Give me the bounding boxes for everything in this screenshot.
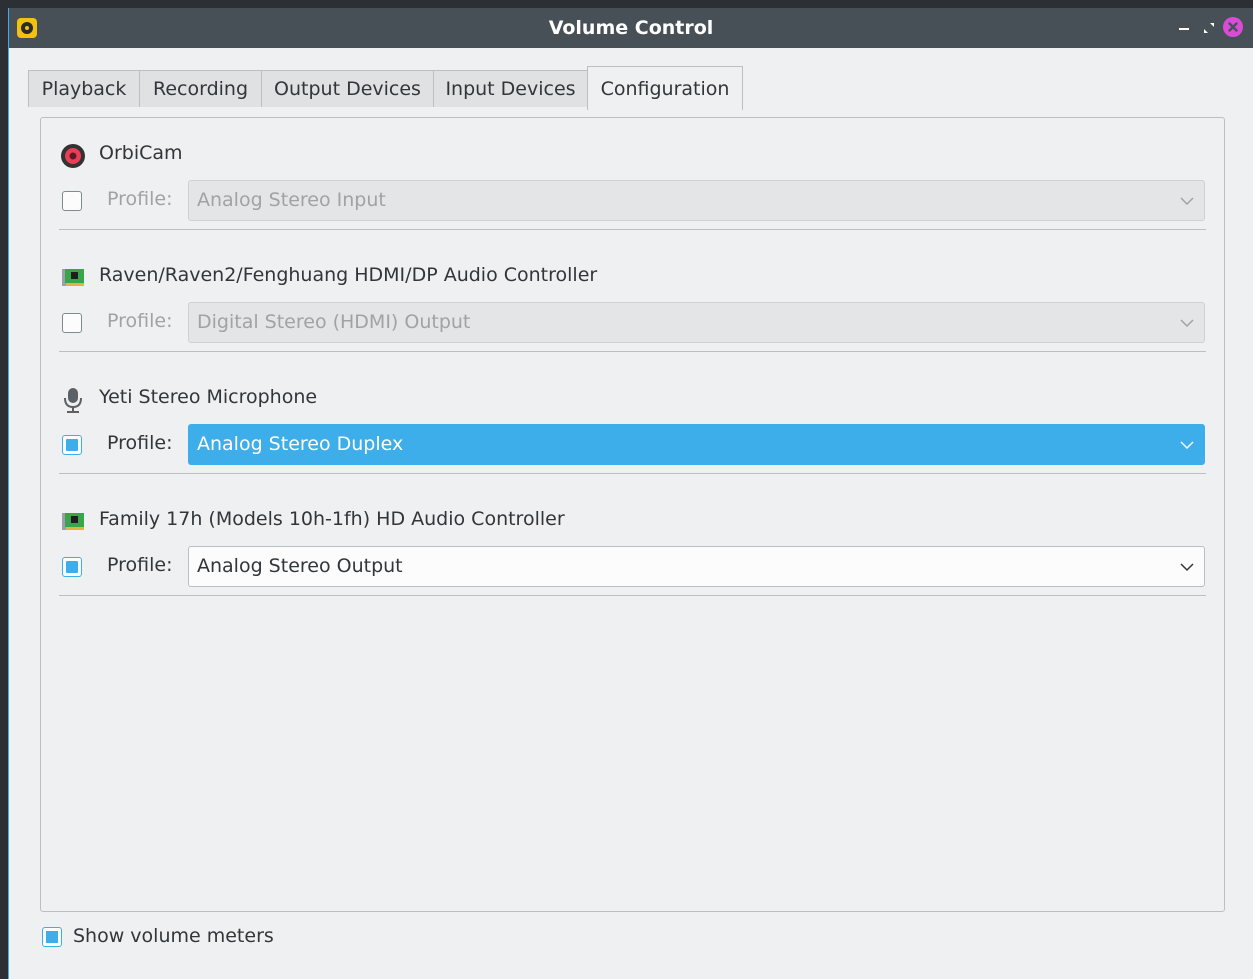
profile-value: Analog Stereo Input [197, 189, 386, 211]
close-icon [1228, 22, 1238, 32]
profile-value: Analog Stereo Output [197, 555, 403, 577]
profile-select[interactable]: Digital Stereo (HDMI) Output [188, 302, 1205, 343]
device-card: Raven/Raven2/Fenghuang HDMI/DP Audio Con… [41, 254, 1224, 374]
profile-label: Profile: [107, 188, 173, 210]
title-bar[interactable]: Volume Control [9, 8, 1253, 48]
profile-select[interactable]: Analog Stereo Input [188, 180, 1205, 221]
webcam-icon [61, 144, 85, 168]
tab-configuration[interactable]: Configuration [587, 66, 743, 110]
divider [59, 595, 1206, 596]
tab-output-devices[interactable]: Output Devices [261, 70, 434, 107]
profile-select[interactable]: Analog Stereo Duplex [188, 424, 1205, 465]
profile-value: Digital Stereo (HDMI) Output [197, 311, 471, 333]
sound-card-icon [62, 269, 84, 286]
chevron-down-icon [1180, 319, 1194, 328]
device-name: Raven/Raven2/Fenghuang HDMI/DP Audio Con… [99, 264, 598, 286]
close-button[interactable] [1223, 17, 1243, 37]
device-enable-checkbox[interactable] [62, 557, 82, 577]
profile-label: Profile: [107, 310, 173, 332]
show-volume-meters-checkbox[interactable] [42, 927, 62, 947]
chevron-down-icon [1180, 441, 1194, 450]
tab-playback[interactable]: Playback [28, 70, 140, 107]
window-title: Volume Control [548, 17, 714, 39]
device-name: Yeti Stereo Microphone [99, 386, 318, 408]
minimize-button[interactable] [1174, 18, 1194, 38]
device-enable-checkbox[interactable] [62, 313, 82, 333]
device-card: Family 17h (Models 10h-1fh) HD Audio Con… [41, 498, 1224, 618]
divider [59, 351, 1206, 352]
profile-value: Analog Stereo Duplex [197, 433, 404, 455]
profile-label: Profile: [107, 432, 173, 454]
volume-control-window: Volume Control Playback Recording Output… [8, 8, 1253, 979]
device-name: OrbiCam [99, 142, 183, 164]
divider [59, 473, 1206, 474]
profile-select[interactable]: Analog Stereo Output [188, 546, 1205, 587]
show-volume-meters-label[interactable]: Show volume meters [73, 925, 274, 947]
maximize-icon [1204, 23, 1214, 33]
device-card: OrbiCam Profile: Analog Stereo Input [41, 132, 1224, 252]
device-enable-checkbox[interactable] [62, 191, 82, 211]
chevron-down-icon [1180, 197, 1194, 206]
tab-input-devices[interactable]: Input Devices [433, 70, 588, 107]
device-enable-checkbox[interactable] [62, 435, 82, 455]
configuration-panel: OrbiCam Profile: Analog Stereo Input Rav… [40, 117, 1225, 912]
profile-label: Profile: [107, 554, 173, 576]
tab-recording[interactable]: Recording [139, 70, 262, 107]
maximize-button[interactable] [1199, 18, 1219, 38]
sound-card-icon [62, 513, 84, 530]
chevron-down-icon [1180, 563, 1194, 572]
device-card: Yeti Stereo Microphone Profile: Analog S… [41, 376, 1224, 496]
divider [59, 229, 1206, 230]
device-name: Family 17h (Models 10h-1fh) HD Audio Con… [99, 508, 565, 530]
microphone-icon [64, 388, 82, 413]
